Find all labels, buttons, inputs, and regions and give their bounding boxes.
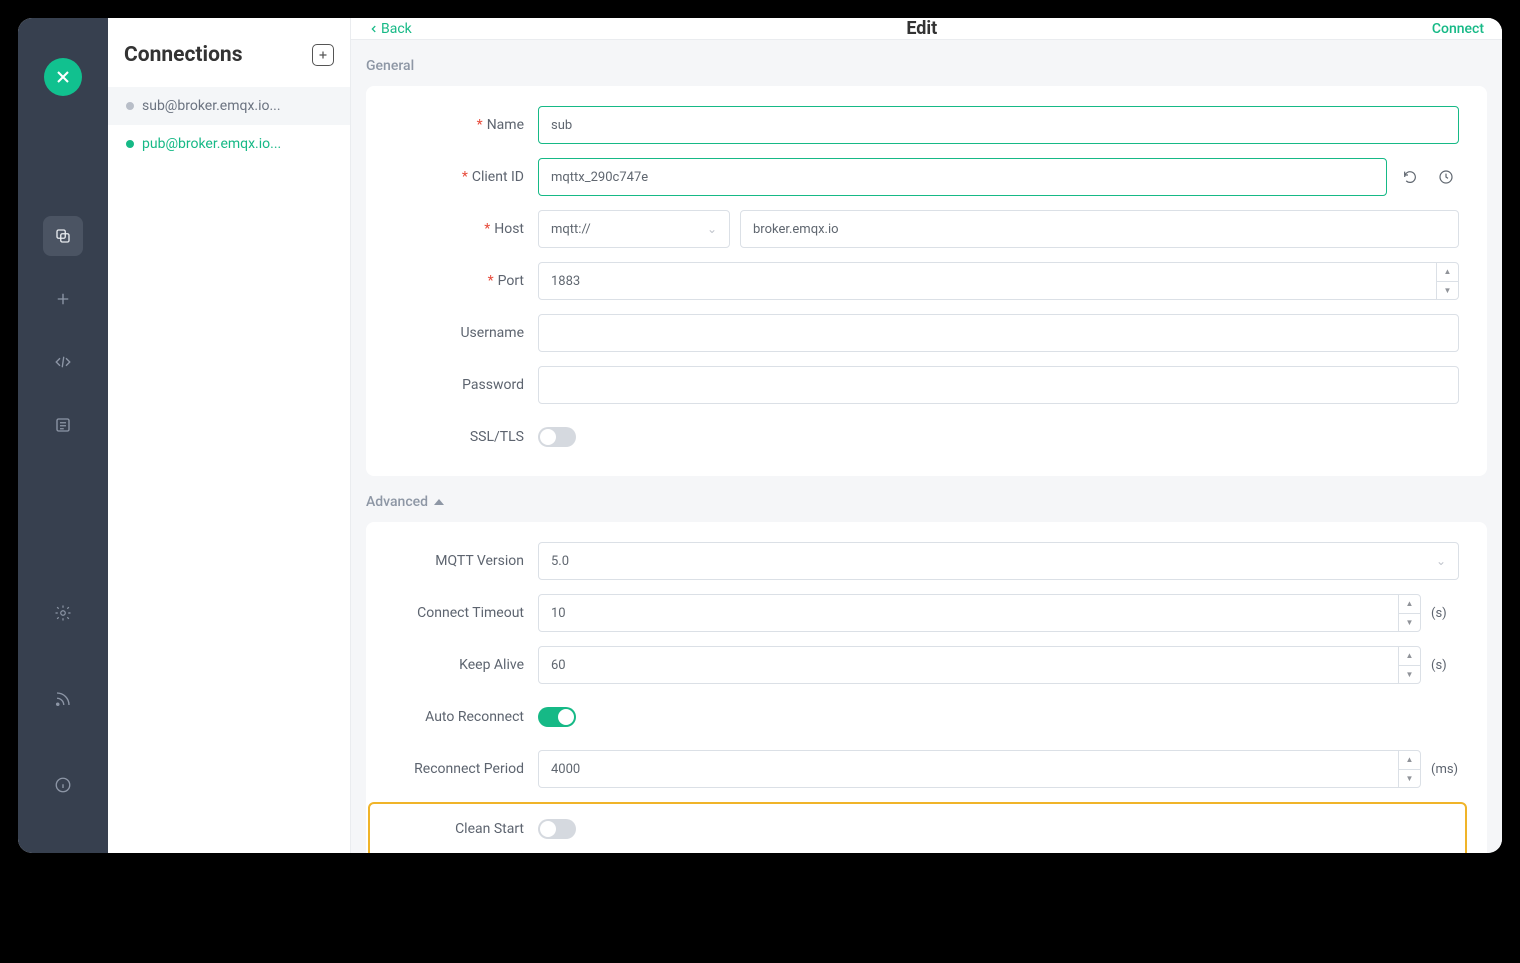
unit-ms: (ms) bbox=[1431, 762, 1459, 777]
name-label: *Name bbox=[376, 117, 528, 133]
port-input[interactable] bbox=[538, 262, 1459, 300]
chevron-left-icon bbox=[369, 24, 379, 34]
copy-icon bbox=[54, 227, 72, 245]
username-input[interactable] bbox=[538, 314, 1459, 352]
nav-connections[interactable] bbox=[43, 216, 83, 256]
connect-timeout-label: Connect Timeout bbox=[376, 605, 528, 621]
connection-item-sub[interactable]: sub@broker.emqx.io... bbox=[108, 87, 350, 125]
rss-icon bbox=[54, 690, 72, 708]
plus-icon bbox=[317, 49, 329, 61]
reconnect-period-input[interactable] bbox=[538, 750, 1421, 788]
connect-timeout-input[interactable] bbox=[538, 594, 1421, 632]
info-icon bbox=[54, 776, 72, 794]
main-content: Back Edit Connect General *Name *Client … bbox=[351, 18, 1502, 853]
host-label: *Host bbox=[376, 221, 528, 237]
keepalive-input[interactable] bbox=[538, 646, 1421, 684]
plus-icon bbox=[54, 290, 72, 308]
username-label: Username bbox=[376, 325, 528, 341]
nav-settings[interactable] bbox=[43, 593, 83, 633]
arrow-up-icon bbox=[434, 499, 444, 505]
advanced-card: MQTT Version 5.0 ⌄ Connect Timeout ▲▼ bbox=[366, 522, 1487, 853]
ssl-label: SSL/TLS bbox=[376, 429, 528, 445]
general-card: *Name *Client ID bbox=[366, 86, 1487, 476]
mqtt-version-select[interactable]: 5.0 ⌄ bbox=[538, 542, 1459, 580]
clientid-input[interactable] bbox=[538, 158, 1387, 196]
code-icon bbox=[54, 353, 72, 371]
unit-seconds: (s) bbox=[1431, 658, 1459, 673]
nav-logs[interactable] bbox=[43, 405, 83, 445]
nav-info[interactable] bbox=[43, 765, 83, 805]
host-input[interactable] bbox=[740, 210, 1459, 248]
connection-panel: Connections sub@broker.emqx.io... pub@br… bbox=[108, 18, 351, 853]
connection-item-pub[interactable]: pub@broker.emqx.io... bbox=[108, 125, 350, 163]
connections-title: Connections bbox=[124, 43, 243, 67]
rperiod-up[interactable]: ▲ bbox=[1399, 751, 1420, 770]
clientid-label: *Client ID bbox=[376, 169, 528, 185]
gear-icon bbox=[54, 604, 72, 622]
port-up[interactable]: ▲ bbox=[1437, 263, 1458, 282]
connection-name: pub@broker.emqx.io... bbox=[142, 136, 281, 152]
status-dot bbox=[126, 102, 134, 110]
keepalive-label: Keep Alive bbox=[376, 657, 528, 673]
clean-start-toggle[interactable] bbox=[538, 819, 576, 839]
port-down[interactable]: ▼ bbox=[1437, 282, 1458, 300]
advanced-section-header[interactable]: Advanced bbox=[366, 476, 1487, 522]
general-section-header: General bbox=[366, 40, 1487, 86]
nav-scripts[interactable] bbox=[43, 342, 83, 382]
auto-reconnect-toggle[interactable] bbox=[538, 707, 576, 727]
clean-start-label: Clean Start bbox=[376, 821, 528, 837]
reconnect-period-label: Reconnect Period bbox=[376, 761, 528, 777]
add-connection-button[interactable] bbox=[312, 44, 334, 66]
name-input[interactable] bbox=[538, 106, 1459, 144]
ctimeout-down[interactable]: ▼ bbox=[1399, 614, 1420, 632]
port-label: *Port bbox=[376, 273, 528, 289]
nav-rss[interactable] bbox=[43, 679, 83, 719]
password-input[interactable] bbox=[538, 366, 1459, 404]
app-window: Connections sub@broker.emqx.io... pub@br… bbox=[18, 18, 1502, 853]
highlighted-block: Clean Start Session Expiry Interval (s) bbox=[368, 802, 1467, 853]
chevron-down-icon: ⌄ bbox=[707, 222, 717, 236]
mqtt-version-label: MQTT Version bbox=[376, 553, 528, 569]
password-label: Password bbox=[376, 377, 528, 393]
left-sidebar bbox=[18, 18, 108, 853]
refresh-icon bbox=[1402, 169, 1418, 185]
chevron-down-icon: ⌄ bbox=[1436, 554, 1446, 568]
ctimeout-up[interactable]: ▲ bbox=[1399, 595, 1420, 614]
status-dot bbox=[126, 140, 134, 148]
page-title: Edit bbox=[412, 18, 1432, 39]
rperiod-down[interactable]: ▼ bbox=[1399, 770, 1420, 788]
keepalive-up[interactable]: ▲ bbox=[1399, 647, 1420, 666]
app-logo bbox=[44, 58, 82, 96]
unit-seconds: (s) bbox=[1431, 606, 1459, 621]
scheme-select[interactable]: mqtt:// ⌄ bbox=[538, 210, 730, 248]
ssl-toggle[interactable] bbox=[538, 427, 576, 447]
auto-reconnect-label: Auto Reconnect bbox=[376, 709, 528, 725]
connect-button[interactable]: Connect bbox=[1432, 21, 1484, 37]
keepalive-down[interactable]: ▼ bbox=[1399, 666, 1420, 684]
clock-icon bbox=[1438, 169, 1454, 185]
connection-name: sub@broker.emqx.io... bbox=[142, 98, 281, 114]
nav-new[interactable] bbox=[43, 279, 83, 319]
refresh-clientid-button[interactable] bbox=[1397, 163, 1423, 191]
list-icon bbox=[54, 416, 72, 434]
back-button[interactable]: Back bbox=[369, 21, 412, 37]
clientid-history-button[interactable] bbox=[1433, 163, 1459, 191]
topbar: Back Edit Connect bbox=[351, 18, 1502, 40]
